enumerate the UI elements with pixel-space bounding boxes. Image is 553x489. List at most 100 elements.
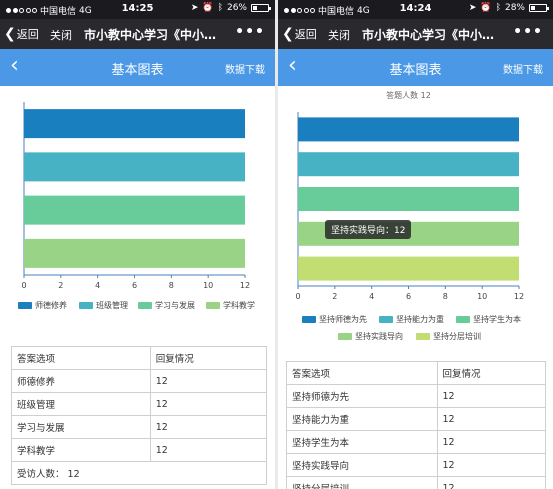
battery-percent: 28%	[504, 3, 525, 13]
table-row: 坚持分层培训12	[286, 476, 547, 489]
table-row: 坚持实践导向 12	[286, 453, 547, 477]
table-header-cell: 回复情况	[436, 361, 547, 385]
app-nav-bar: ‹ 基本图表 数据下载	[278, 49, 553, 86]
x-tick-label: 6	[406, 292, 411, 301]
x-tick-label: 2	[58, 281, 63, 290]
x-tick-label: 0	[295, 292, 300, 301]
x-tick-label: 10	[477, 292, 487, 301]
chevron-left-icon: ❮	[282, 26, 294, 42]
more-menu-button[interactable]: •••	[235, 24, 265, 40]
battery-icon	[529, 4, 549, 12]
page-title: 市小教中心学习《中小…	[362, 28, 495, 42]
alarm-icon: ⏰	[480, 3, 492, 13]
more-menu-button[interactable]: •••	[513, 24, 543, 40]
left-phone-screen: 中国电信 4G 14:25 ➤ ⏰ ᛒ 26% ❮ 返回 关闭 市小教中心学习《…	[0, 0, 275, 489]
bluetooth-icon: ᛒ	[217, 3, 223, 13]
legend-swatch-5	[416, 333, 430, 340]
page-title: 市小教中心学习《中小…	[84, 28, 217, 42]
app-nav-bar: ‹ 基本图表 数据下载	[0, 49, 275, 86]
table-header-row: 答案选项 回复情况	[11, 346, 268, 370]
x-tick-label: 8	[169, 281, 174, 290]
x-tick-label: 8	[443, 292, 448, 301]
location-icon: ➤	[468, 3, 477, 13]
count-cell: 12	[149, 438, 268, 462]
bar-chart: 答题人数 120 2 4 6 8 10 12坚持师德为先 坚持能力为重 坚持学生为本坚持实践导向…	[295, 90, 524, 341]
back-button[interactable]: ❮ 返回	[4, 26, 39, 42]
chevron-left-icon: ❮	[4, 26, 16, 42]
legend-swatch-3	[456, 316, 470, 323]
count-cell: 12	[436, 453, 547, 477]
respondents-count: 受访人数： 12	[11, 461, 267, 485]
back-label: 返回	[294, 28, 317, 41]
close-button[interactable]: 关闭	[50, 27, 72, 43]
option-cell: 学科教学	[11, 438, 151, 462]
legend-label-2: 班级管理	[96, 300, 128, 310]
legend-label-4: 坚持实践导向	[355, 331, 403, 341]
option-cell: 坚持能力为重	[286, 407, 438, 431]
status-bar: 中国电信 4G 14:25 ➤ ⏰ ᛒ 26%	[0, 0, 275, 19]
alarm-icon: ⏰	[202, 3, 214, 13]
wechat-title-bar: ❮ 返回 关闭 市小教中心学习《中小… •••	[278, 19, 553, 49]
x-tick-label: 12	[240, 281, 250, 290]
legend-label-5: 坚持分层培训	[433, 331, 481, 341]
table-row: 坚持能力为重 12	[286, 407, 547, 431]
legend-swatch-1	[302, 316, 316, 323]
count-cell: 12	[436, 476, 547, 489]
count-cell: 12	[149, 392, 268, 416]
count-cell: 12	[149, 369, 268, 393]
legend-label-2: 坚持能力为重	[396, 314, 444, 324]
option-cell: 师德修养	[11, 369, 151, 393]
legend-swatch-2	[379, 316, 393, 323]
legend-label-1: 坚持师德为先	[319, 314, 367, 324]
x-tick-label: 12	[514, 292, 524, 301]
count-cell: 12	[436, 407, 547, 431]
bar-2	[24, 152, 245, 182]
legend-label-1: 师德修养	[35, 300, 67, 310]
option-cell: 班级管理	[11, 392, 151, 416]
option-cell: 坚持分层培训	[286, 476, 438, 489]
count-cell: 12	[436, 384, 547, 408]
table-header-row: 答案选项 回复情况	[286, 361, 547, 385]
option-cell: 坚持学生为本	[286, 430, 438, 454]
close-button[interactable]: 关闭	[328, 27, 350, 43]
data-download-button[interactable]: 数据下载	[503, 61, 543, 76]
results-table: 答案选项 回复情况 师德修养 12 班级管理 12 学习与发展 12 学科教学 12 受访人数： 1…	[11, 346, 268, 485]
bar-1	[298, 117, 519, 142]
table-row: 学习与发展 12	[11, 415, 268, 439]
table-header-cell: 答案选项	[286, 361, 438, 385]
table-row: 班级管理 12	[11, 392, 268, 416]
count-cell: 12	[436, 430, 547, 454]
respondents-row: 受访人数： 12	[11, 461, 267, 485]
x-tick-label: 6	[132, 281, 137, 290]
count-cell: 12	[149, 415, 268, 439]
legend-swatch-4	[206, 302, 220, 309]
data-download-button[interactable]: 数据下载	[225, 61, 265, 76]
bar-4	[24, 238, 245, 268]
option-cell: 坚持实践导向	[286, 453, 438, 477]
legend-swatch-4	[338, 333, 352, 340]
table-header-cell: 回复情况	[149, 346, 268, 370]
x-tick-label: 10	[203, 281, 213, 290]
table-row: 坚持师德为先 12	[286, 384, 547, 408]
back-button[interactable]: ❮ 返回	[282, 26, 317, 42]
battery-icon	[251, 4, 271, 12]
table-header-cell: 答案选项	[11, 346, 151, 370]
legend-label-3: 坚持学生为本	[473, 314, 521, 324]
legend-swatch-3	[138, 302, 152, 309]
results-table: 答案选项 回复情况 坚持师德为先 12 坚持能力为重 12 坚持学生为本 12 坚持实践导向 12…	[286, 361, 547, 489]
bluetooth-icon: ᛒ	[495, 3, 501, 13]
legend-swatch-2	[79, 302, 93, 309]
battery-percent: 26%	[226, 3, 247, 13]
back-label: 返回	[16, 28, 39, 41]
bar-chart: 0 2 4 6 8 10 12 师德修养 班级管理 学习与发展 学科教学	[18, 102, 255, 310]
status-bar: 中国电信 4G 14:24 ➤ ⏰ ᛒ 28%	[278, 0, 553, 19]
bar-3	[298, 187, 519, 211]
legend-label-3: 学习与发展	[155, 300, 195, 310]
bar-1	[24, 109, 245, 139]
table-row: 学科教学 12	[11, 438, 268, 462]
x-tick-label: 4	[95, 281, 100, 290]
table-row: 师德修养 12	[11, 369, 268, 393]
bar-2	[298, 152, 519, 177]
bar-5	[298, 256, 519, 281]
chart-tooltip: 坚持实践导向：12	[325, 220, 412, 239]
